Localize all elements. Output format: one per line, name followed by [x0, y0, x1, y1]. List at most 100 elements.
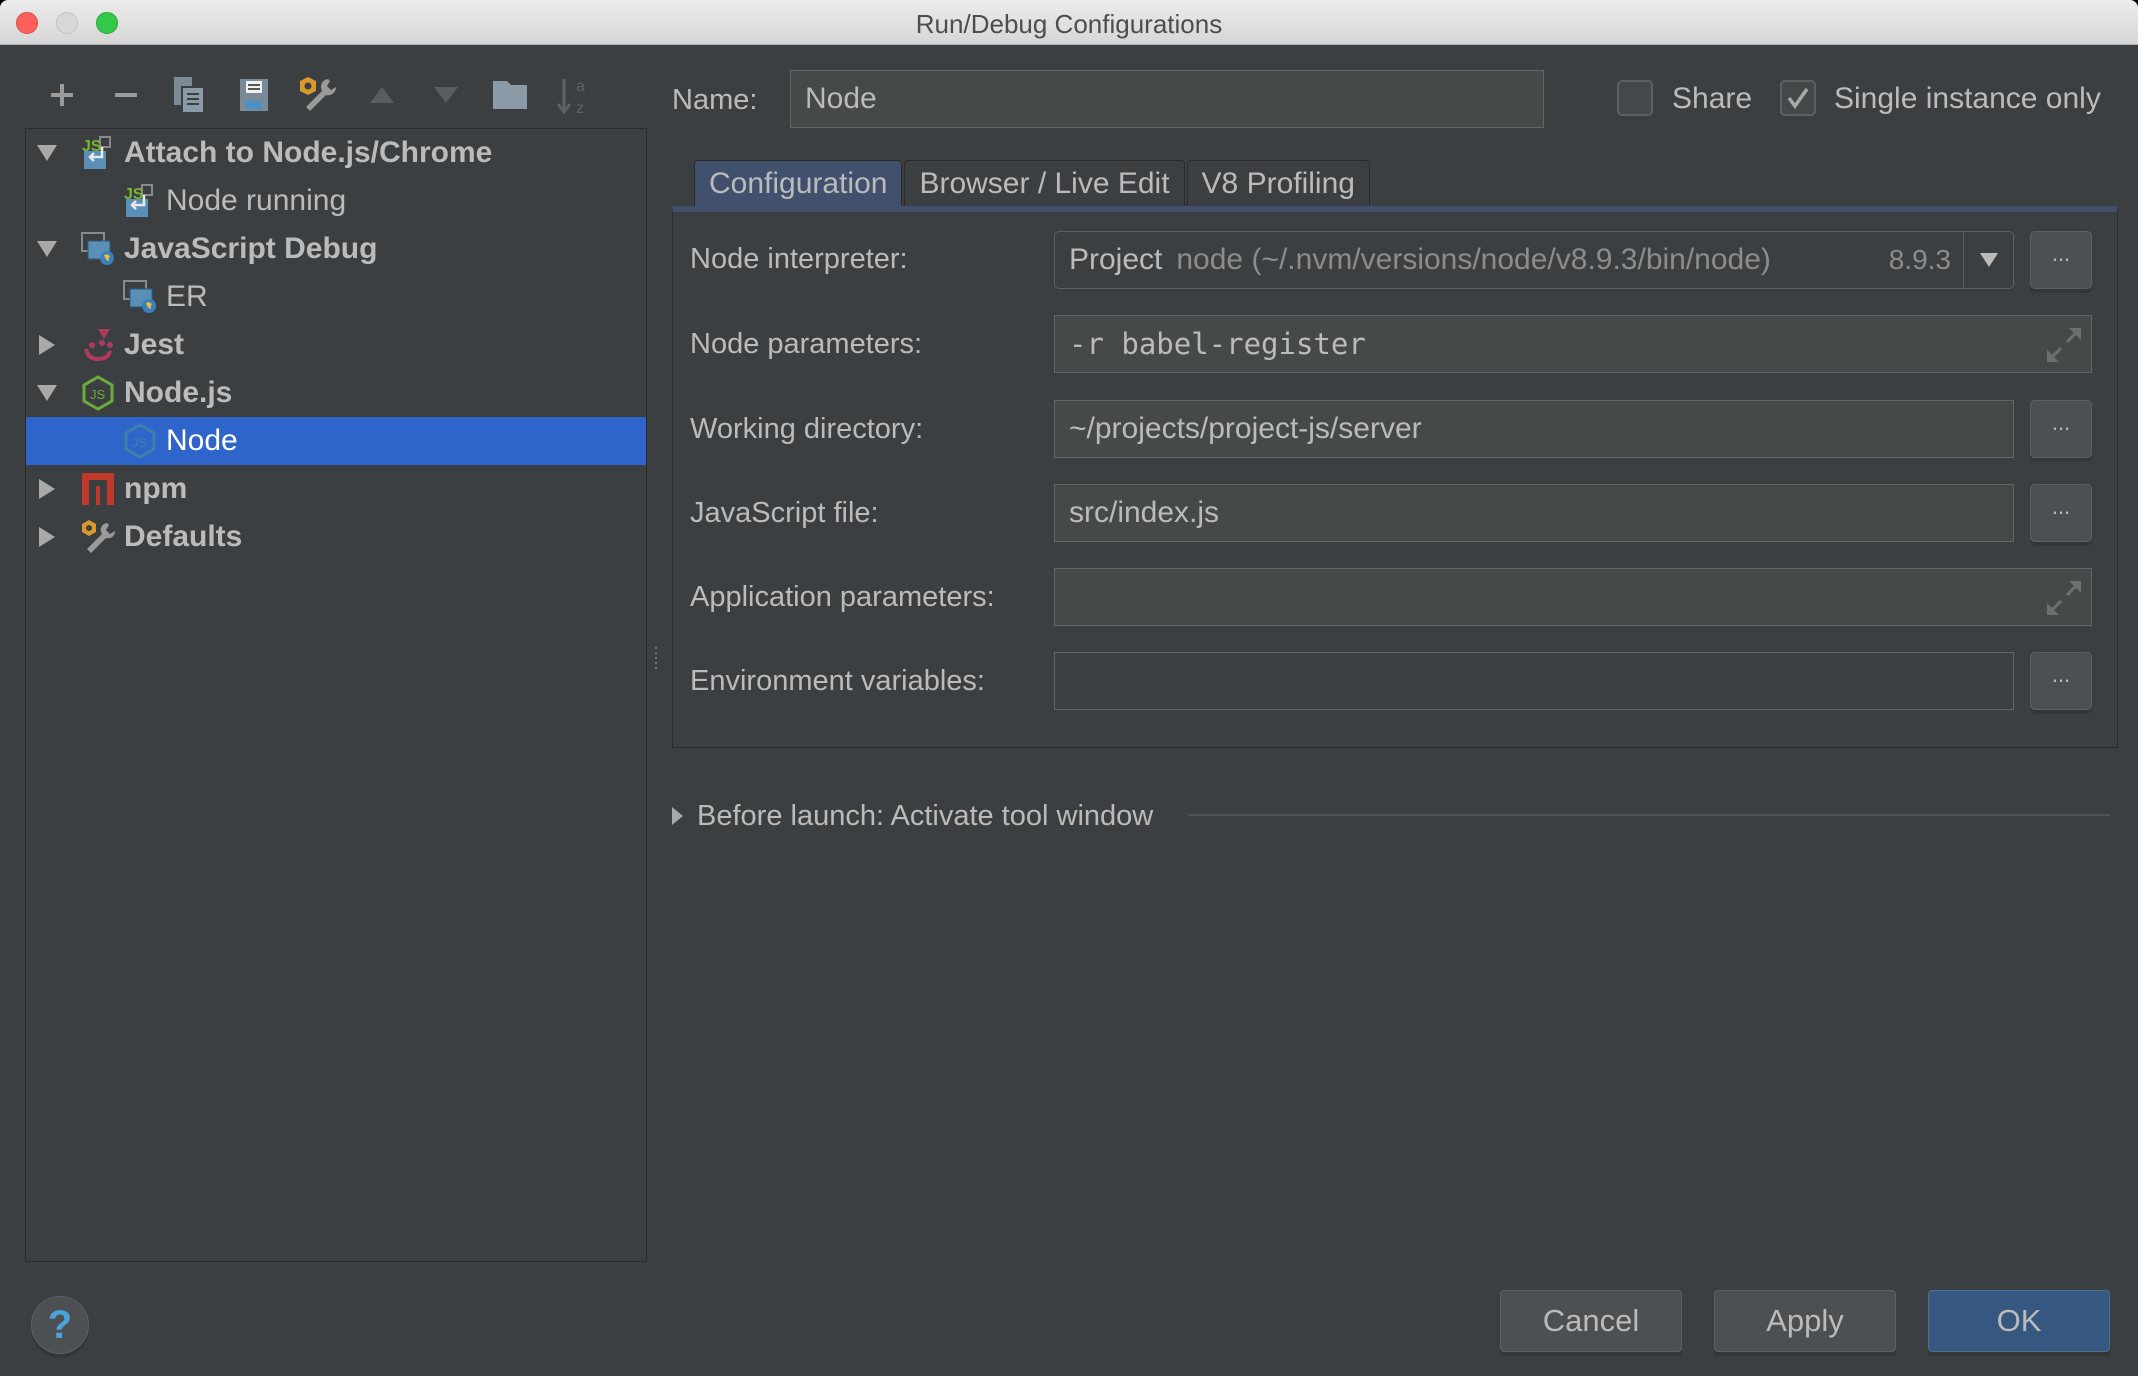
apply-button[interactable]: Apply [1714, 1290, 1896, 1352]
move-up-button[interactable] [350, 72, 414, 118]
environment-variables-browse-button[interactable]: ... [2030, 652, 2092, 710]
chevron-right-icon[interactable] [34, 524, 60, 550]
node-parameters-input[interactable]: -r babel-register [1054, 315, 2092, 373]
chevron-right-icon [672, 807, 683, 825]
nodejs-icon: JS [122, 423, 158, 459]
sort-configurations-button[interactable]: az [542, 72, 606, 118]
window-title: Run/Debug Configurations [915, 9, 1223, 39]
dropdown-arrow-icon[interactable] [1963, 232, 2013, 288]
js-debug-icon [122, 279, 158, 315]
single-instance-label: Single instance only [1834, 82, 2101, 115]
interpreter-path: node (~/.nvm/versions/node/v8.9.3/bin/no… [1176, 243, 1771, 276]
js-attach-icon: JS [122, 183, 158, 219]
share-checkbox[interactable] [1617, 80, 1653, 116]
svg-text:JS: JS [90, 387, 106, 402]
name-input[interactable] [790, 70, 1544, 128]
javascript-file-input[interactable]: src/index.js [1054, 484, 2014, 542]
cancel-button[interactable]: Cancel [1500, 1290, 1682, 1352]
name-label: Name: [672, 84, 758, 116]
tree-item-label: JavaScript Debug [124, 232, 378, 265]
arrow-down-icon [434, 87, 458, 103]
ok-button[interactable]: OK [1928, 1290, 2110, 1352]
working-directory-label: Working directory: [690, 413, 924, 445]
tree-item-javascript-debug[interactable]: JavaScript Debug [26, 225, 646, 273]
wrench-icon [300, 77, 337, 111]
svg-text:JS: JS [124, 186, 144, 203]
tree-item-label: npm [124, 472, 188, 505]
npm-icon [80, 471, 116, 507]
tree-item-label: Attach to Node.js/Chrome [124, 136, 493, 169]
application-parameters-input[interactable] [1054, 568, 2092, 626]
tab-v8-profiling[interactable]: V8 Profiling [1186, 160, 1370, 208]
environment-variables-label: Environment variables: [690, 665, 985, 697]
before-launch-label: Before launch: Activate tool window [697, 799, 1154, 832]
sort-alpha-icon: az [556, 78, 585, 117]
tree-item-label: Defaults [124, 520, 243, 553]
chevron-right-icon[interactable] [34, 332, 60, 358]
tree-item-label: ER [166, 280, 208, 313]
jest-icon [80, 327, 116, 363]
separator [1188, 814, 2110, 816]
node-interpreter-label: Node interpreter: [690, 243, 908, 275]
node-interpreter-browse-button[interactable]: ... [2030, 231, 2092, 289]
save-configuration-button[interactable] [222, 72, 286, 118]
svg-text:z: z [576, 100, 584, 117]
chevron-down-icon[interactable] [34, 140, 60, 166]
save-icon [240, 79, 268, 111]
interpreter-scope: Project [1069, 243, 1163, 276]
help-icon: ? [47, 1302, 73, 1347]
run-debug-dialog: Run/Debug Configurations az JS Attach to… [0, 0, 2138, 1376]
tree-item-label: Node running [166, 184, 347, 217]
remove-configuration-button[interactable] [94, 72, 158, 118]
svg-text:JS: JS [82, 138, 102, 155]
tree-item-er[interactable]: ER [26, 273, 646, 321]
environment-variables-input[interactable] [1054, 652, 2014, 710]
working-directory-input[interactable]: ~/projects/project-js/server [1054, 400, 2014, 458]
before-launch-toggle[interactable]: Before launch: Activate tool window [672, 798, 1153, 834]
tree-item-node-running[interactable]: JS Node running [26, 177, 646, 225]
svg-text:a: a [576, 78, 585, 95]
node-interpreter-select[interactable]: Project node (~/.nvm/versions/node/v8.9.… [1054, 231, 2014, 289]
tree-item-jest[interactable]: Jest [26, 321, 646, 369]
single-instance-checkbox[interactable] [1780, 80, 1816, 116]
tab-browser-live-edit[interactable]: Browser / Live Edit [904, 160, 1185, 208]
tree-toolbar: az [30, 72, 606, 118]
splitter-handle[interactable] [652, 644, 660, 684]
wrench-icon [80, 519, 116, 555]
tree-item-attach-node-chrome[interactable]: JS Attach to Node.js/Chrome [26, 129, 646, 177]
tree-item-node[interactable]: JS Node [26, 417, 646, 465]
chevron-right-icon[interactable] [34, 476, 60, 502]
arrow-up-icon [370, 87, 394, 103]
expand-icon[interactable] [2047, 328, 2081, 362]
tree-item-defaults[interactable]: Defaults [26, 513, 646, 561]
interpreter-version: 8.9.3 [1888, 244, 1951, 275]
copy-configuration-button[interactable] [158, 72, 222, 118]
move-down-button[interactable] [414, 72, 478, 118]
minus-icon [115, 93, 137, 97]
tab-configuration[interactable]: Configuration [694, 160, 903, 208]
edit-defaults-button[interactable] [286, 72, 350, 118]
tree-item-npm[interactable]: npm [26, 465, 646, 513]
copy-icon [174, 77, 205, 114]
config-tabs: Configuration Browser / Live Edit V8 Pro… [694, 160, 1372, 208]
help-button[interactable]: ? [31, 1296, 89, 1354]
folder-icon [493, 81, 527, 109]
nodejs-icon: JS [80, 375, 116, 411]
svg-text:JS: JS [132, 435, 148, 450]
node-parameters-value: -r babel-register [1069, 327, 1366, 361]
chevron-down-icon[interactable] [34, 236, 60, 262]
javascript-file-label: JavaScript file: [690, 497, 879, 529]
working-directory-browse-button[interactable]: ... [2030, 400, 2092, 458]
js-debug-icon [80, 231, 116, 267]
configuration-tree[interactable]: JS Attach to Node.js/Chrome JS Node runn… [25, 128, 647, 1262]
create-folder-button[interactable] [478, 72, 542, 118]
tree-item-nodejs[interactable]: JS Node.js [26, 369, 646, 417]
add-configuration-button[interactable] [30, 72, 94, 118]
checkmark-icon [1787, 87, 1809, 109]
javascript-file-browse-button[interactable]: ... [2030, 484, 2092, 542]
chevron-down-icon[interactable] [34, 380, 60, 406]
tree-item-label: Node [166, 424, 238, 457]
js-attach-icon: JS [80, 135, 116, 171]
tree-item-label: Node.js [124, 376, 233, 409]
expand-icon[interactable] [2047, 581, 2081, 615]
